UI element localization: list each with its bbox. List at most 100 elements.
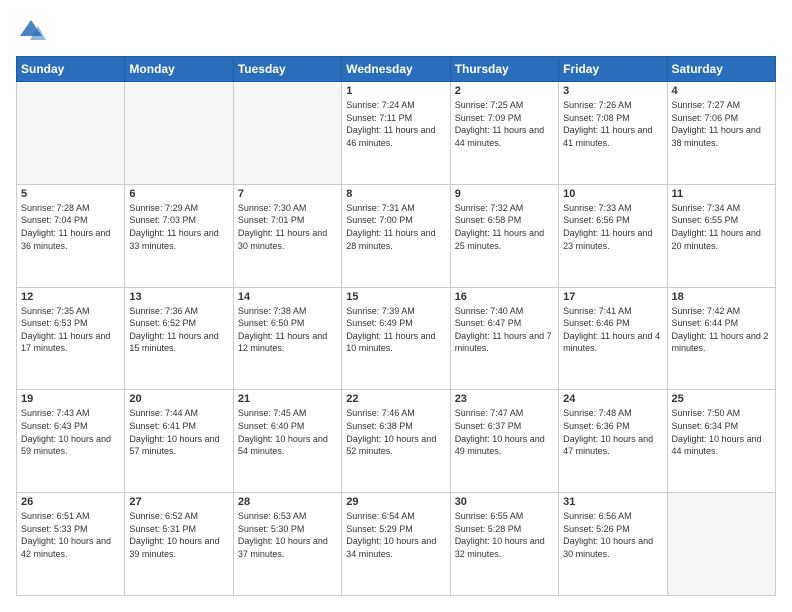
calendar-cell: 24 Sunrise: 7:48 AM Sunset: 6:36 PM Dayli… [559, 390, 667, 493]
calendar-cell [233, 82, 341, 185]
cell-info-text: Sunrise: 7:41 AM Sunset: 6:46 PM Dayligh… [563, 305, 662, 355]
cell-day-number: 17 [563, 291, 662, 303]
day-header-wednesday: Wednesday [342, 57, 450, 82]
cell-info-text: Sunrise: 7:30 AM Sunset: 7:01 PM Dayligh… [238, 202, 337, 252]
header [16, 16, 776, 46]
cell-info-text: Sunrise: 7:35 AM Sunset: 6:53 PM Dayligh… [21, 305, 120, 355]
calendar-cell: 21 Sunrise: 7:45 AM Sunset: 6:40 PM Dayli… [233, 390, 341, 493]
calendar-cell: 7Sunrise: 7:30 AM Sunset: 7:01 PM Daylig… [233, 184, 341, 287]
cell-day-number: 27 [129, 496, 228, 508]
cell-info-text: Sunrise: 7:40 AM Sunset: 6:47 PM Dayligh… [455, 305, 554, 355]
cell-info-text: Sunrise: 7:27 AM Sunset: 7:06 PM Dayligh… [672, 99, 771, 149]
calendar-cell: 5 Sunrise: 7:28 AM Sunset: 7:04 PM Daylig… [17, 184, 125, 287]
calendar-cell: 16 Sunrise: 7:40 AM Sunset: 6:47 PM Dayli… [450, 287, 558, 390]
cell-day-number: 9 [455, 188, 554, 200]
cell-info-text: Sunrise: 7:32 AM Sunset: 6:58 PM Dayligh… [455, 202, 554, 252]
day-header-saturday: Saturday [667, 57, 775, 82]
cell-info-text: Sunrise: 7:26 AM Sunset: 7:08 PM Dayligh… [563, 99, 662, 149]
day-header-thursday: Thursday [450, 57, 558, 82]
cell-day-number: 16 [455, 291, 554, 303]
calendar-cell: 22 Sunrise: 7:46 AM Sunset: 6:38 PM Dayli… [342, 390, 450, 493]
cell-info-text: Sunrise: 6:52 AM Sunset: 5:31 PM Dayligh… [129, 510, 228, 560]
calendar-cell: 13 Sunrise: 7:36 AM Sunset: 6:52 PM Dayli… [125, 287, 233, 390]
cell-info-text: Sunrise: 7:36 AM Sunset: 6:52 PM Dayligh… [129, 305, 228, 355]
cell-day-number: 6 [129, 188, 228, 200]
week-row-5: 26 Sunrise: 6:51 AM Sunset: 5:33 PM Dayli… [17, 493, 776, 596]
cell-info-text: Sunrise: 7:43 AM Sunset: 6:43 PM Dayligh… [21, 407, 120, 457]
day-header-sunday: Sunday [17, 57, 125, 82]
cell-day-number: 28 [238, 496, 337, 508]
cell-info-text: Sunrise: 6:55 AM Sunset: 5:28 PM Dayligh… [455, 510, 554, 560]
cell-day-number: 8 [346, 188, 445, 200]
cell-info-text: Sunrise: 7:34 AM Sunset: 6:55 PM Dayligh… [672, 202, 771, 252]
cell-day-number: 5 [21, 188, 120, 200]
calendar-cell: 31Sunrise: 6:56 AM Sunset: 5:26 PM Dayli… [559, 493, 667, 596]
calendar-cell: 17 Sunrise: 7:41 AM Sunset: 6:46 PM Dayli… [559, 287, 667, 390]
day-header-tuesday: Tuesday [233, 57, 341, 82]
cell-info-text: Sunrise: 7:39 AM Sunset: 6:49 PM Dayligh… [346, 305, 445, 355]
day-header-friday: Friday [559, 57, 667, 82]
calendar-cell: 19 Sunrise: 7:43 AM Sunset: 6:43 PM Dayli… [17, 390, 125, 493]
calendar-header-row: SundayMondayTuesdayWednesdayThursdayFrid… [17, 57, 776, 82]
cell-day-number: 21 [238, 393, 337, 405]
cell-day-number: 10 [563, 188, 662, 200]
cell-info-text: Sunrise: 7:28 AM Sunset: 7:04 PM Dayligh… [21, 202, 120, 252]
cell-day-number: 29 [346, 496, 445, 508]
cell-day-number: 19 [21, 393, 120, 405]
cell-info-text: Sunrise: 7:45 AM Sunset: 6:40 PM Dayligh… [238, 407, 337, 457]
cell-day-number: 2 [455, 85, 554, 97]
cell-info-text: Sunrise: 7:31 AM Sunset: 7:00 PM Dayligh… [346, 202, 445, 252]
cell-day-number: 26 [21, 496, 120, 508]
cell-day-number: 13 [129, 291, 228, 303]
cell-day-number: 4 [672, 85, 771, 97]
cell-info-text: Sunrise: 7:25 AM Sunset: 7:09 PM Dayligh… [455, 99, 554, 149]
cell-day-number: 15 [346, 291, 445, 303]
calendar-cell: 8 Sunrise: 7:31 AM Sunset: 7:00 PM Daylig… [342, 184, 450, 287]
calendar-cell: 26 Sunrise: 6:51 AM Sunset: 5:33 PM Dayli… [17, 493, 125, 596]
calendar-cell: 28 Sunrise: 6:53 AM Sunset: 5:30 PM Dayli… [233, 493, 341, 596]
cell-info-text: Sunrise: 7:29 AM Sunset: 7:03 PM Dayligh… [129, 202, 228, 252]
calendar-table: SundayMondayTuesdayWednesdayThursdayFrid… [16, 56, 776, 596]
cell-day-number: 23 [455, 393, 554, 405]
cell-info-text: Sunrise: 7:33 AM Sunset: 6:56 PM Dayligh… [563, 202, 662, 252]
week-row-1: 1 Sunrise: 7:24 AM Sunset: 7:11 PM Daylig… [17, 82, 776, 185]
calendar-cell: 2 Sunrise: 7:25 AM Sunset: 7:09 PM Daylig… [450, 82, 558, 185]
cell-info-text: Sunrise: 6:51 AM Sunset: 5:33 PM Dayligh… [21, 510, 120, 560]
calendar-cell: 15 Sunrise: 7:39 AM Sunset: 6:49 PM Dayli… [342, 287, 450, 390]
day-header-monday: Monday [125, 57, 233, 82]
calendar-cell [667, 493, 775, 596]
cell-day-number: 30 [455, 496, 554, 508]
calendar-cell: 14 Sunrise: 7:38 AM Sunset: 6:50 PM Dayli… [233, 287, 341, 390]
calendar-body: 1 Sunrise: 7:24 AM Sunset: 7:11 PM Daylig… [17, 82, 776, 596]
week-row-4: 19 Sunrise: 7:43 AM Sunset: 6:43 PM Dayli… [17, 390, 776, 493]
week-row-2: 5 Sunrise: 7:28 AM Sunset: 7:04 PM Daylig… [17, 184, 776, 287]
calendar-cell: 12 Sunrise: 7:35 AM Sunset: 6:53 PM Dayli… [17, 287, 125, 390]
cell-day-number: 24 [563, 393, 662, 405]
calendar-cell: 30 Sunrise: 6:55 AM Sunset: 5:28 PM Dayli… [450, 493, 558, 596]
cell-day-number: 12 [21, 291, 120, 303]
cell-info-text: Sunrise: 7:46 AM Sunset: 6:38 PM Dayligh… [346, 407, 445, 457]
calendar-cell: 11 Sunrise: 7:34 AM Sunset: 6:55 PM Dayli… [667, 184, 775, 287]
cell-day-number: 14 [238, 291, 337, 303]
cell-day-number: 1 [346, 85, 445, 97]
page: SundayMondayTuesdayWednesdayThursdayFrid… [0, 0, 792, 612]
logo [16, 16, 50, 46]
cell-day-number: 22 [346, 393, 445, 405]
calendar-cell: 18 Sunrise: 7:42 AM Sunset: 6:44 PM Dayli… [667, 287, 775, 390]
cell-info-text: Sunrise: 6:53 AM Sunset: 5:30 PM Dayligh… [238, 510, 337, 560]
cell-info-text: Sunrise: 7:24 AM Sunset: 7:11 PM Dayligh… [346, 99, 445, 149]
calendar-cell: 1 Sunrise: 7:24 AM Sunset: 7:11 PM Daylig… [342, 82, 450, 185]
cell-day-number: 31 [563, 496, 662, 508]
cell-info-text: Sunrise: 7:38 AM Sunset: 6:50 PM Dayligh… [238, 305, 337, 355]
calendar-cell: 27 Sunrise: 6:52 AM Sunset: 5:31 PM Dayli… [125, 493, 233, 596]
cell-info-text: Sunrise: 7:50 AM Sunset: 6:34 PM Dayligh… [672, 407, 771, 457]
cell-info-text: Sunrise: 7:44 AM Sunset: 6:41 PM Dayligh… [129, 407, 228, 457]
cell-day-number: 11 [672, 188, 771, 200]
calendar-cell [125, 82, 233, 185]
cell-info-text: Sunrise: 7:42 AM Sunset: 6:44 PM Dayligh… [672, 305, 771, 355]
cell-info-text: Sunrise: 7:47 AM Sunset: 6:37 PM Dayligh… [455, 407, 554, 457]
cell-day-number: 18 [672, 291, 771, 303]
logo-icon [16, 16, 46, 46]
calendar-cell: 3Sunrise: 7:26 AM Sunset: 7:08 PM Daylig… [559, 82, 667, 185]
cell-info-text: Sunrise: 7:48 AM Sunset: 6:36 PM Dayligh… [563, 407, 662, 457]
